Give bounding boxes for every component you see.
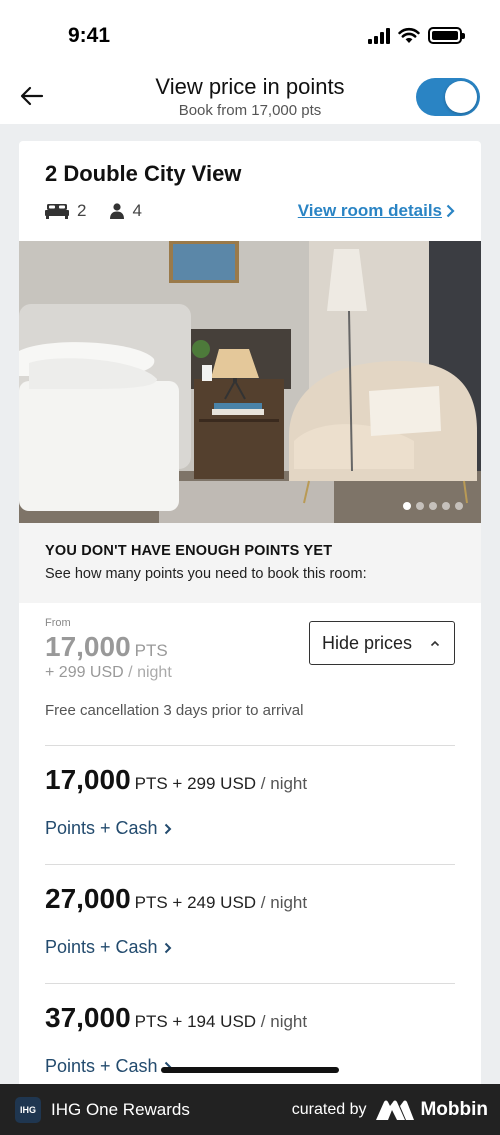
- option-rest: PTS + 249 USD: [134, 893, 257, 912]
- from-cash-unit: / night: [128, 664, 172, 681]
- mobbin-brand: Mobbin: [376, 1099, 488, 1121]
- from-points: 17,000 PTS: [45, 631, 168, 663]
- option-price: 17,000 PTS + 299 USD / night: [45, 764, 455, 796]
- status-bar: 9:41: [0, 0, 500, 64]
- details-link-label: View room details: [297, 201, 442, 220]
- option-rest: PTS + 194 USD: [134, 1012, 257, 1031]
- option-points: 17,000: [45, 764, 131, 795]
- points-cash-label: Points + Cash: [45, 818, 158, 838]
- status-time: 9:41: [68, 24, 111, 47]
- room-photo-illustration: [19, 241, 481, 523]
- from-label: From: [45, 617, 71, 629]
- status-icons: [368, 27, 465, 44]
- home-indicator: [161, 1067, 339, 1073]
- option-unit: / night: [260, 774, 308, 793]
- from-cash: + 299 USD / night: [45, 664, 172, 682]
- brand-name: Mobbin: [420, 1098, 488, 1120]
- points-cash-link[interactable]: Points + Cash: [45, 937, 172, 958]
- beds-count: 2: [77, 201, 87, 220]
- guests-count: 4: [132, 201, 142, 220]
- photo-carousel-dots[interactable]: [403, 502, 463, 510]
- carousel-dot[interactable]: [442, 502, 450, 510]
- notice-text: See how many points you need to book thi…: [45, 566, 367, 582]
- chevron-right-icon: [164, 942, 171, 953]
- header: View price in points Book from 17,000 pt…: [0, 64, 500, 124]
- room-name: 2 Double City View: [45, 161, 242, 186]
- cancellation-policy: Free cancellation 3 days prior to arriva…: [45, 702, 304, 719]
- carousel-dot[interactable]: [455, 502, 463, 510]
- notice-title: YOU DON'T HAVE ENOUGH POINTS YET: [45, 543, 333, 559]
- footer-credit: curated by Mobbin: [292, 1099, 488, 1121]
- price-option: 17,000 PTS + 299 USD / night Points + Cas…: [45, 746, 455, 865]
- cellular-signal-icon: [368, 27, 390, 44]
- wifi-icon: [398, 27, 420, 43]
- ihg-logo-icon: IHG: [15, 1096, 41, 1123]
- option-points: 27,000: [45, 883, 131, 914]
- hide-prices-label: Hide prices: [322, 632, 413, 653]
- toggle-knob: [445, 81, 477, 113]
- mobbin-logo-icon: [376, 1100, 415, 1120]
- option-unit: / night: [260, 893, 308, 912]
- points-cash-link[interactable]: Points + Cash: [45, 1056, 172, 1077]
- option-price: 37,000 PTS + 194 USD / night: [45, 1002, 455, 1034]
- room-meta: 2 4: [45, 201, 166, 221]
- footer-app: IHG IHG One Rewards: [15, 1096, 190, 1123]
- points-toggle[interactable]: [416, 78, 480, 116]
- footer-bar: IHG IHG One Rewards curated by Mobbin: [0, 1084, 500, 1135]
- view-room-details-link[interactable]: View room details: [298, 201, 455, 221]
- chevron-right-icon: [164, 823, 171, 834]
- curated-by-label: curated by: [291, 1100, 367, 1118]
- points-cash-label: Points + Cash: [45, 1056, 158, 1076]
- app-name: IHG One Rewards: [51, 1099, 190, 1119]
- price-option: 27,000 PTS + 249 USD / night Points + Cas…: [45, 865, 455, 984]
- room-photo[interactable]: [19, 241, 481, 523]
- points-notice: YOU DON'T HAVE ENOUGH POINTS YET See how…: [19, 523, 481, 603]
- chevron-up-icon: [430, 640, 440, 646]
- option-rest: PTS + 299 USD: [134, 774, 257, 793]
- points-cash-label: Points + Cash: [45, 937, 158, 957]
- carousel-dot[interactable]: [416, 502, 424, 510]
- option-points: 37,000: [45, 1002, 131, 1033]
- option-price: 27,000 PTS + 249 USD / night: [45, 883, 455, 915]
- battery-icon: [428, 27, 465, 44]
- carousel-dot[interactable]: [429, 502, 437, 510]
- from-points-value: 17,000: [45, 631, 131, 662]
- bed-icon: [45, 203, 69, 219]
- guest-icon: [110, 203, 125, 219]
- from-cash-value: + 299 USD: [45, 664, 124, 681]
- points-cash-link[interactable]: Points + Cash: [45, 818, 172, 839]
- hide-prices-button[interactable]: Hide prices: [309, 621, 455, 665]
- carousel-dot[interactable]: [403, 502, 411, 510]
- from-points-unit: PTS: [134, 641, 168, 660]
- option-unit: / night: [260, 1012, 308, 1031]
- chevron-right-icon: [446, 204, 455, 218]
- room-card: 2 Double City View 2 4 View room details: [19, 141, 481, 1101]
